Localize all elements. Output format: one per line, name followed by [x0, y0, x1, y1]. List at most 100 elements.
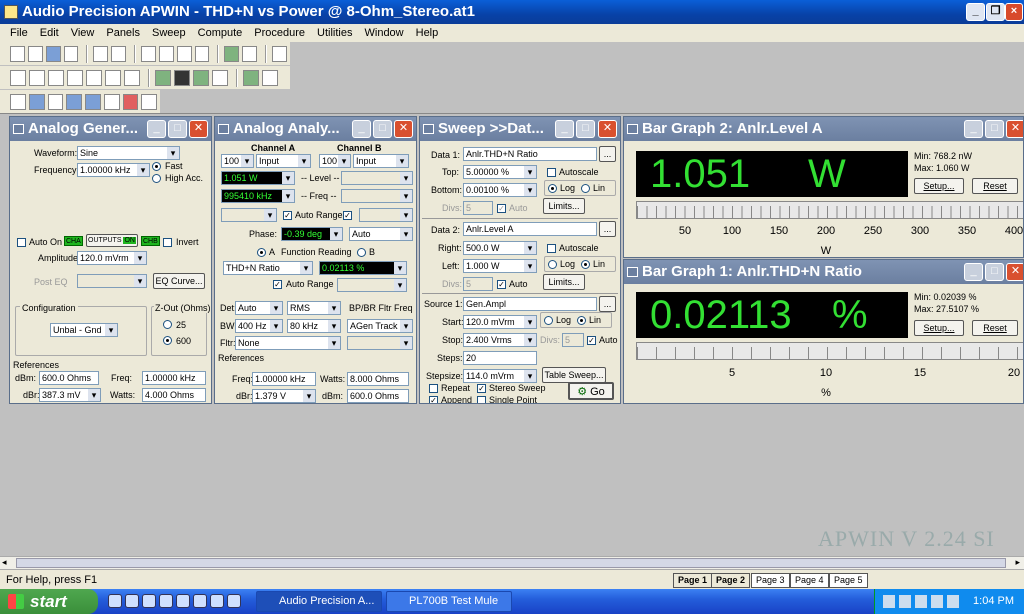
- bottom-input[interactable]: 0.00100 %: [463, 183, 537, 197]
- panel-maximize-button[interactable]: □: [576, 120, 595, 138]
- repeat-checkbox[interactable]: [429, 384, 438, 393]
- function-a-radio[interactable]: [257, 248, 266, 257]
- freq-a-reading[interactable]: 995410 kHz: [221, 189, 295, 203]
- close-button[interactable]: ×: [1005, 3, 1023, 21]
- paste-icon[interactable]: [194, 45, 210, 62]
- level-a-reading[interactable]: 1.051 W: [221, 171, 295, 185]
- divs2-input[interactable]: 5: [463, 277, 493, 291]
- autoscale2-checkbox[interactable]: [547, 244, 556, 253]
- lin3-radio[interactable]: [577, 316, 586, 325]
- limits2-button[interactable]: Limits...: [543, 274, 585, 290]
- copy-icon[interactable]: [176, 45, 192, 62]
- list-icon[interactable]: [212, 69, 228, 86]
- high-acc-radio[interactable]: [152, 174, 161, 183]
- page-tab-5[interactable]: Page 5: [829, 573, 868, 588]
- table-icon[interactable]: [193, 69, 209, 86]
- print-icon[interactable]: [93, 45, 109, 62]
- stereo-sweep-checkbox[interactable]: ✓: [477, 384, 486, 393]
- range-b-select[interactable]: 100: [319, 154, 351, 168]
- ref-freq-input[interactable]: 1.00000 kHz: [252, 372, 316, 386]
- lin2-radio[interactable]: [581, 260, 590, 269]
- panel-close-button[interactable]: ✕: [189, 120, 208, 138]
- quicklaunch-icon-5[interactable]: [176, 594, 190, 608]
- function-b-radio[interactable]: [357, 248, 366, 257]
- undo-icon[interactable]: [141, 45, 156, 62]
- check-icon[interactable]: [122, 93, 139, 110]
- invert-checkbox[interactable]: [163, 238, 172, 247]
- post-eq-select[interactable]: [77, 274, 147, 288]
- filter-freq-select[interactable]: [347, 336, 413, 350]
- bar2-setup-button[interactable]: Setup...: [914, 178, 964, 194]
- save-icon[interactable]: [45, 45, 61, 62]
- input-b-select[interactable]: Input: [353, 154, 409, 168]
- filter-select[interactable]: None: [235, 336, 341, 350]
- start-button[interactable]: start: [0, 589, 98, 614]
- range-select[interactable]: [337, 278, 407, 292]
- stop-icon[interactable]: [242, 45, 258, 62]
- data-icon[interactable]: [28, 93, 45, 110]
- source1-browse-button[interactable]: ...: [599, 296, 616, 312]
- menu-view[interactable]: View: [65, 27, 101, 39]
- panel-maximize-button[interactable]: □: [985, 120, 1004, 138]
- cut-icon[interactable]: [158, 45, 174, 62]
- bar2-reset-button[interactable]: Reset: [972, 178, 1018, 194]
- menu-utilities[interactable]: Utilities: [311, 27, 358, 39]
- menu-file[interactable]: File: [4, 27, 34, 39]
- panel-maximize-button[interactable]: □: [985, 263, 1004, 281]
- stat-icon[interactable]: [86, 69, 102, 86]
- open-folder-icon[interactable]: [27, 45, 43, 62]
- media-icon[interactable]: [142, 594, 156, 608]
- panel-maximize-button[interactable]: □: [373, 120, 392, 138]
- phase-auto-select[interactable]: Auto: [349, 227, 413, 241]
- ref-freq-input[interactable]: 1.00000 kHz: [142, 371, 206, 385]
- panel-maximize-button[interactable]: □: [168, 120, 187, 138]
- right-input[interactable]: 500.0 W: [463, 241, 537, 255]
- page-tab-2[interactable]: Page 2: [711, 573, 751, 588]
- auto-on-checkbox[interactable]: [17, 238, 26, 247]
- stop-input[interactable]: 2.400 Vrms: [463, 333, 537, 347]
- steps-input[interactable]: 20: [463, 351, 537, 365]
- det-select[interactable]: Auto: [235, 301, 283, 315]
- zout-600-radio[interactable]: [163, 336, 172, 345]
- panel-close-button[interactable]: ✕: [1006, 263, 1023, 281]
- waveform-select[interactable]: Sine: [77, 146, 180, 160]
- panel-minimize-button[interactable]: _: [555, 120, 574, 138]
- log3-radio[interactable]: [544, 316, 553, 325]
- filter-icon[interactable]: [103, 93, 120, 110]
- lin1-radio[interactable]: [581, 184, 590, 193]
- ref-watts-input[interactable]: 4.000 Ohms: [142, 388, 206, 402]
- panel-close-button[interactable]: ✕: [1006, 120, 1023, 138]
- freq-b-reading[interactable]: [341, 189, 413, 203]
- ref-dbm-input[interactable]: 600.0 Ohms: [39, 371, 99, 385]
- panel-minimize-button[interactable]: _: [964, 120, 983, 138]
- left-input[interactable]: 1.000 W: [463, 259, 537, 273]
- divs3-input[interactable]: 5: [562, 333, 584, 347]
- ref-dbr-input[interactable]: 387.3 mV: [39, 388, 101, 402]
- thd-snr-icon[interactable]: [47, 93, 64, 110]
- ie-icon[interactable]: [108, 594, 122, 608]
- panel-icon[interactable]: [10, 93, 26, 110]
- menu-sweep[interactable]: Sweep: [146, 27, 192, 39]
- auto2-checkbox[interactable]: ✓: [497, 280, 506, 289]
- minimize-button[interactable]: _: [966, 3, 985, 21]
- compute-icon[interactable]: [124, 69, 140, 86]
- phase-b-select[interactable]: [359, 208, 413, 222]
- menu-panels[interactable]: Panels: [100, 27, 146, 39]
- calculator-icon[interactable]: [272, 45, 287, 62]
- data1-input[interactable]: Anlr.THD+N Ratio: [463, 147, 597, 161]
- data2-browse-button[interactable]: ...: [599, 221, 616, 237]
- menu-edit[interactable]: Edit: [34, 27, 65, 39]
- log1-radio[interactable]: [548, 184, 557, 193]
- panel-minimize-button[interactable]: _: [147, 120, 166, 138]
- phase-reading[interactable]: -0.39 deg: [281, 227, 343, 241]
- restore-button[interactable]: ❐: [986, 3, 1005, 21]
- switcher-icon[interactable]: [105, 69, 121, 86]
- quicklaunch-icon-8[interactable]: [227, 594, 241, 608]
- bar-graph-icon[interactable]: [262, 69, 278, 86]
- frequency-input[interactable]: 1.00000 kHz: [77, 163, 150, 177]
- menu-procedure[interactable]: Procedure: [248, 27, 311, 39]
- start-input[interactable]: 120.0 mVrm: [463, 315, 537, 329]
- analyzer-icon[interactable]: [29, 69, 45, 86]
- save-all-icon[interactable]: [63, 45, 79, 62]
- task-pl700b-test-mule[interactable]: PL700B Test Mule: [386, 591, 512, 612]
